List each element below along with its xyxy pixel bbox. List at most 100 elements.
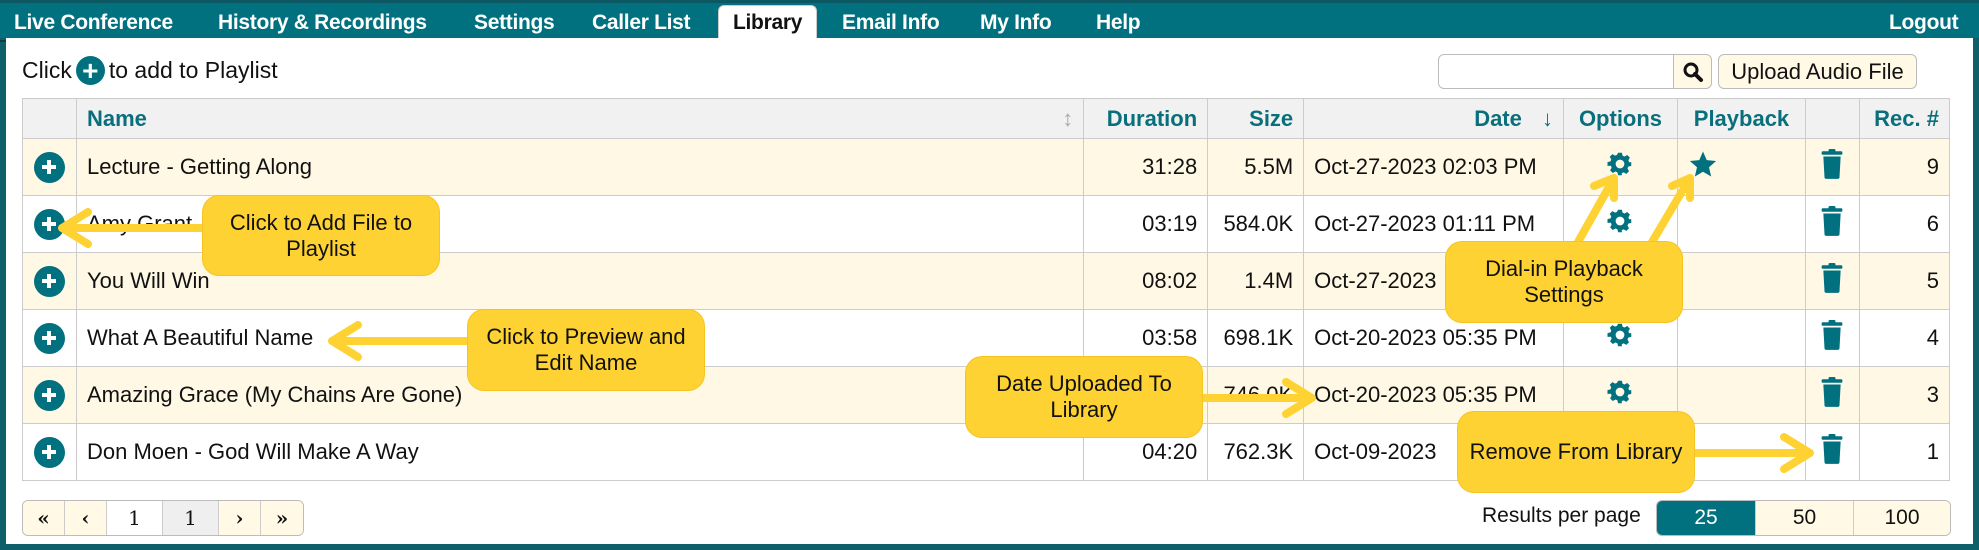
rec-number-cell: 9 xyxy=(1858,138,1951,196)
rpp-option-50[interactable]: 50 xyxy=(1756,501,1854,535)
trash-icon xyxy=(1820,206,1844,241)
tab-settings[interactable]: Settings xyxy=(460,6,569,42)
add-hint: Click + to add to Playlist xyxy=(22,56,278,85)
plus-circle-icon xyxy=(33,208,65,240)
top-nav: Live Conference History & Recordings Set… xyxy=(0,0,1979,42)
add-to-playlist-button[interactable] xyxy=(22,195,77,253)
plus-circle-icon xyxy=(33,436,65,468)
add-to-playlist-button[interactable] xyxy=(22,138,77,196)
trash-icon xyxy=(1820,263,1844,298)
results-per-page-label: Results per page xyxy=(1482,504,1641,527)
search-button[interactable] xyxy=(1673,54,1712,89)
pagination: « ‹ 1 1 › » xyxy=(22,500,304,536)
prev-page-button[interactable]: ‹ xyxy=(65,501,107,535)
plus-circle-icon: + xyxy=(75,56,105,85)
upload-audio-button[interactable]: Upload Audio File xyxy=(1718,54,1917,89)
size-cell: 698.1K xyxy=(1207,309,1305,367)
tab-help[interactable]: Help xyxy=(1082,6,1155,42)
rpp-option-25[interactable]: 25 xyxy=(1657,501,1756,535)
playback-cell[interactable] xyxy=(1676,309,1806,367)
size-cell: 5.5M xyxy=(1207,138,1305,196)
sort-both-icon: ↕ xyxy=(1062,105,1074,131)
trash-icon xyxy=(1820,377,1844,412)
results-per-page-selector: 25 50 100 xyxy=(1656,500,1951,536)
delete-button[interactable] xyxy=(1804,195,1860,253)
playback-cell[interactable] xyxy=(1676,195,1806,253)
rec-number-cell: 5 xyxy=(1858,252,1951,310)
gear-icon xyxy=(1605,209,1635,241)
first-page-button[interactable]: « xyxy=(23,501,65,535)
col-name[interactable]: Name ↕ xyxy=(75,98,1085,139)
playback-cell[interactable] xyxy=(1676,138,1806,196)
tab-live-conference[interactable]: Live Conference xyxy=(0,6,187,42)
trash-icon xyxy=(1820,320,1844,355)
playback-cell[interactable] xyxy=(1676,423,1806,481)
callout-dial-in-settings: Dial-in Playback Settings xyxy=(1446,242,1682,322)
rec-number-cell: 3 xyxy=(1858,366,1951,424)
add-to-playlist-button[interactable] xyxy=(22,309,77,367)
tab-library[interactable]: Library xyxy=(718,5,818,42)
duration-cell: 08:02 xyxy=(1083,252,1209,310)
gear-icon xyxy=(1605,152,1635,184)
rec-number-cell: 1 xyxy=(1858,423,1951,481)
plus-circle-icon xyxy=(33,322,65,354)
trash-icon xyxy=(1820,434,1844,469)
callout-remove: Remove From Library xyxy=(1458,412,1694,492)
col-rec-num[interactable]: Rec. # xyxy=(1858,98,1951,139)
playback-cell[interactable] xyxy=(1676,252,1806,310)
col-playback: Playback xyxy=(1676,98,1806,139)
search-input[interactable] xyxy=(1438,54,1674,89)
delete-button[interactable] xyxy=(1804,366,1860,424)
rec-number-cell: 4 xyxy=(1858,309,1951,367)
delete-button[interactable] xyxy=(1804,423,1860,481)
delete-button[interactable] xyxy=(1804,252,1860,310)
col-duration[interactable]: Duration xyxy=(1083,98,1209,139)
duration-cell: 03:19 xyxy=(1083,195,1209,253)
col-size[interactable]: Size xyxy=(1207,98,1305,139)
col-options: Options xyxy=(1563,98,1678,139)
table-row: Lecture - Getting Along 31:28 5.5M Oct-27-2… xyxy=(22,138,1951,196)
page-total: 1 xyxy=(163,501,219,535)
add-to-playlist-button[interactable] xyxy=(22,252,77,310)
date-cell: Oct-27-2023 02:03 PM xyxy=(1303,138,1564,196)
tab-history-recordings[interactable]: History & Recordings xyxy=(204,6,441,42)
plus-circle-icon xyxy=(33,151,65,183)
search-icon xyxy=(1683,62,1703,82)
tab-caller-list[interactable]: Caller List xyxy=(578,6,705,42)
col-add xyxy=(22,98,77,139)
delete-button[interactable] xyxy=(1804,138,1860,196)
playback-cell[interactable] xyxy=(1676,366,1806,424)
add-to-playlist-button[interactable] xyxy=(22,423,77,481)
file-name-link[interactable]: Don Moen - God Will Make A Way xyxy=(75,423,1085,481)
size-cell: 584.0K xyxy=(1207,195,1305,253)
delete-button[interactable] xyxy=(1804,309,1860,367)
callout-add-file: Click to Add File to Playlist xyxy=(203,196,439,275)
page-input[interactable]: 1 xyxy=(107,501,163,535)
callout-date-uploaded: Date Uploaded To Library xyxy=(966,357,1202,437)
add-to-playlist-button[interactable] xyxy=(22,366,77,424)
callout-preview-edit: Click to Preview and Edit Name xyxy=(468,310,704,390)
size-cell: 762.3K xyxy=(1207,423,1305,481)
sort-down-icon: ↓ xyxy=(1542,105,1553,131)
star-icon xyxy=(1688,151,1718,184)
rpp-option-100[interactable]: 100 xyxy=(1854,501,1950,535)
tab-my-info[interactable]: My Info xyxy=(966,6,1066,42)
options-button[interactable] xyxy=(1563,138,1678,196)
logout-link[interactable]: Logout xyxy=(1875,6,1973,42)
tab-email-info[interactable]: Email Info xyxy=(828,6,954,42)
last-page-button[interactable]: » xyxy=(261,501,303,535)
plus-circle-icon xyxy=(33,379,65,411)
duration-cell: 31:28 xyxy=(1083,138,1209,196)
gear-icon xyxy=(1605,323,1635,355)
plus-circle-icon xyxy=(33,265,65,297)
col-date[interactable]: Date ↓ xyxy=(1303,98,1564,139)
col-delete xyxy=(1804,98,1860,139)
trash-icon xyxy=(1820,149,1844,184)
table-header: Name ↕ Duration Size Date ↓ Options Play… xyxy=(22,98,1951,139)
next-page-button[interactable]: › xyxy=(219,501,261,535)
file-name-link[interactable]: Lecture - Getting Along xyxy=(75,138,1085,196)
size-cell: 746.0K xyxy=(1207,366,1305,424)
hint-text-after: to add to Playlist xyxy=(108,57,278,83)
gear-icon xyxy=(1605,380,1635,412)
rec-number-cell: 6 xyxy=(1858,195,1951,253)
